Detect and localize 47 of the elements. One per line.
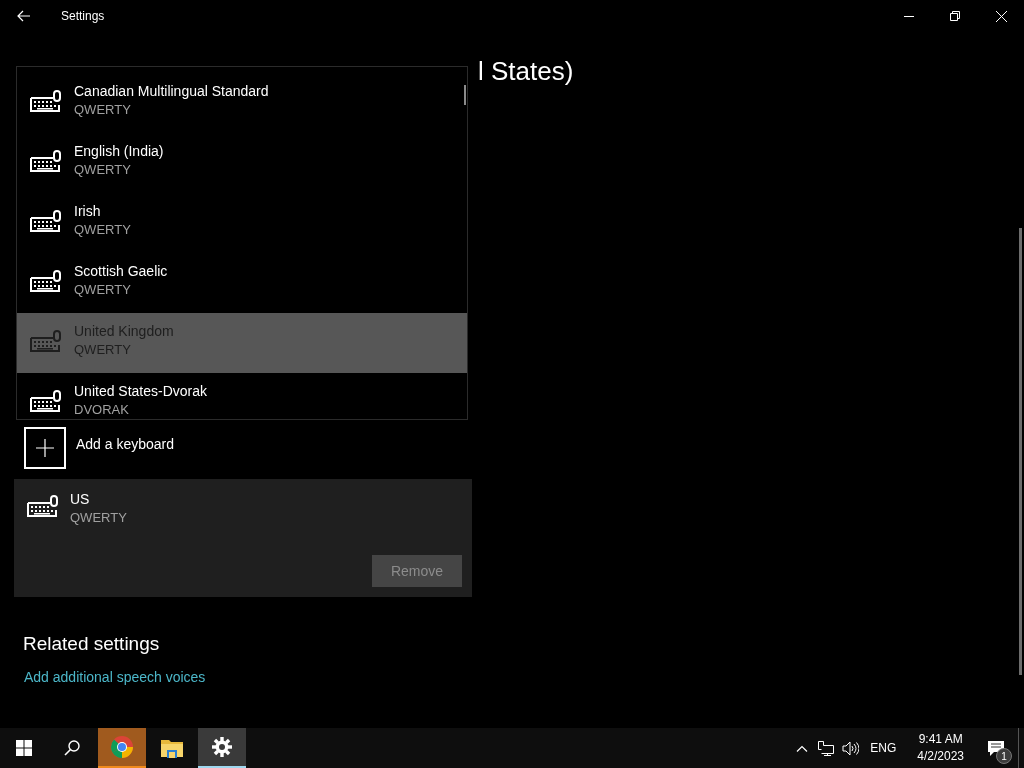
add-keyboard-button[interactable] xyxy=(24,427,66,469)
keyboard-layout: QWERTY xyxy=(74,102,132,117)
network-icon xyxy=(818,740,835,756)
chevron-up-icon xyxy=(796,744,809,752)
keyboard-layout: DVORAK xyxy=(74,402,130,417)
plus-icon xyxy=(36,439,54,457)
close-icon xyxy=(995,10,1007,22)
windows-logo-icon xyxy=(16,740,32,756)
keyboard-name: United States-Dvorak xyxy=(74,383,208,399)
keyboard-layout: QWERTY xyxy=(74,162,132,177)
keyboard-option[interactable]: Canadian Multilingual Standard QWERTY xyxy=(17,73,467,133)
section-heading: Related settings xyxy=(23,633,161,655)
keyboard-name: Irish xyxy=(74,203,102,219)
taskbar-app-button[interactable] xyxy=(198,728,246,768)
keyboard-layout: QWERTY xyxy=(70,510,127,525)
keyboard-option[interactable]: Irish QWERTY xyxy=(17,193,467,253)
clock[interactable]: 9:41 AM 4/2/2023 xyxy=(917,731,964,765)
gear-icon xyxy=(212,737,232,757)
window-title: Settings xyxy=(61,9,105,23)
browser-icon xyxy=(110,735,134,759)
restore-icon xyxy=(950,11,960,21)
keyboard-name: US xyxy=(70,491,91,507)
speech-voices-link[interactable]: Add additional speech voices xyxy=(24,669,206,685)
folder-icon xyxy=(161,738,183,758)
speaker-icon xyxy=(841,740,859,756)
keyboard-option[interactable]: English (India) QWERTY xyxy=(17,133,467,193)
keyboard-layout: QWERTY xyxy=(74,222,131,237)
time-text: 9:41 AM xyxy=(918,731,963,748)
search-icon xyxy=(64,740,80,756)
keyboard-option[interactable]: United States-Dvorak DVORAK xyxy=(17,373,467,419)
notification-badge: 1 xyxy=(996,748,1012,764)
minimize-icon xyxy=(904,15,914,17)
scrollbar-thumb[interactable] xyxy=(464,85,466,105)
keyboard-name: United Kingdom xyxy=(74,323,174,339)
date-text: 4/2/2023 xyxy=(917,748,964,765)
keyboard-layout: QWERTY xyxy=(74,282,132,297)
keyboard-layout: QWERTY xyxy=(74,342,132,357)
action-center-button[interactable]: 1 xyxy=(974,728,1018,768)
keyboard-name: Canadian Multilingual Standard xyxy=(74,83,269,99)
scrollbar[interactable] xyxy=(1019,228,1022,675)
page-heading: l States) xyxy=(478,56,574,87)
keyboard-name: English (India) xyxy=(74,143,164,159)
back-arrow-icon xyxy=(17,10,31,22)
keyboard-name: Scottish Gaelic xyxy=(74,263,168,279)
add-keyboard-label[interactable]: Add a keyboard xyxy=(76,436,175,452)
keyboard-option[interactable]: Scottish Gaelic QWERTY xyxy=(17,253,467,313)
input-language-indicator[interactable]: ENG xyxy=(870,741,897,755)
